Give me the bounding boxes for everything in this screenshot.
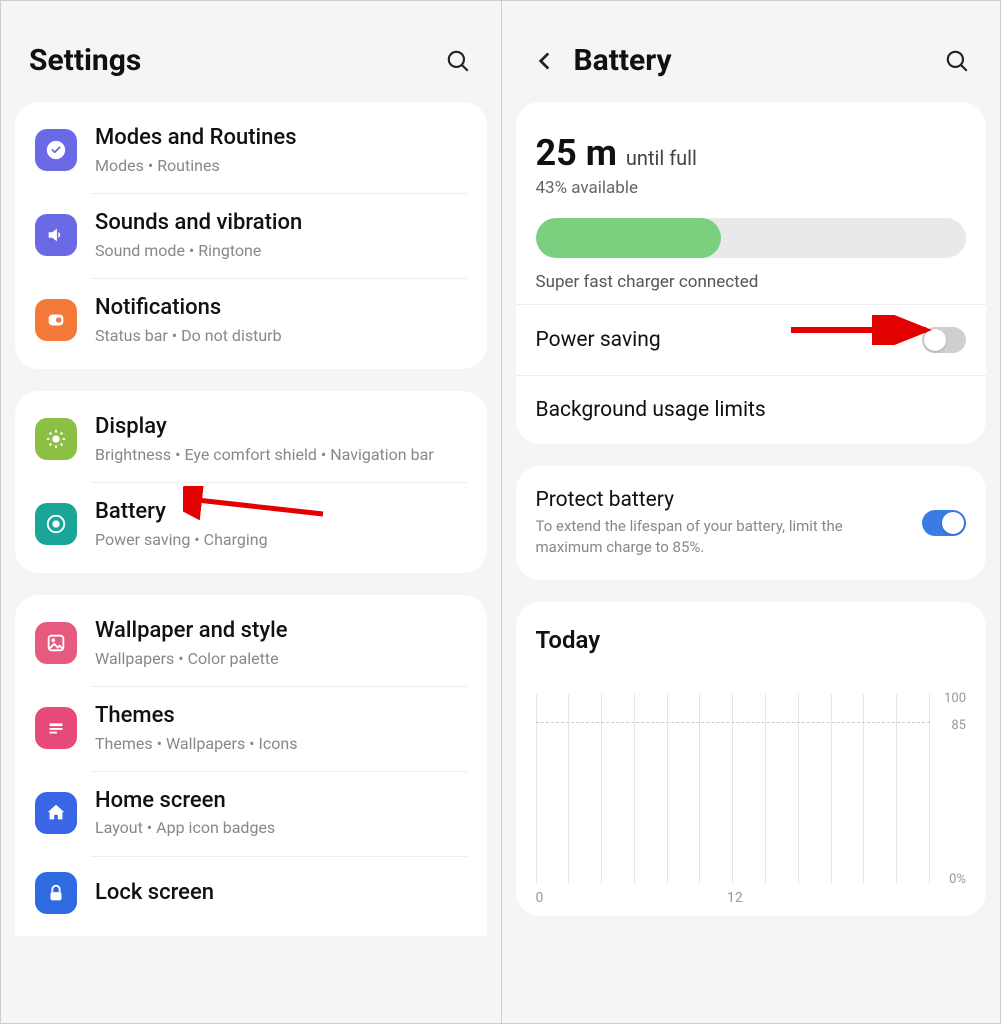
page-title: Battery bbox=[574, 43, 672, 78]
item-title: Sounds and vibration bbox=[95, 209, 302, 238]
usage-chart-card: Today 100 85 0% 0 12 . bbox=[516, 602, 987, 916]
battery-bar bbox=[536, 218, 967, 258]
item-title: Home screen bbox=[95, 787, 275, 816]
settings-header: Settings bbox=[1, 1, 501, 102]
battery-bar-fill bbox=[536, 218, 721, 258]
sun-icon bbox=[35, 418, 77, 460]
item-subtitle: Modes • Routines bbox=[95, 155, 297, 177]
item-subtitle: Layout • App icon badges bbox=[95, 817, 275, 839]
search-button[interactable] bbox=[443, 46, 473, 76]
bg-usage-limits-label: Background usage limits bbox=[536, 398, 766, 422]
y-tick: 85 bbox=[951, 718, 966, 733]
lock-icon bbox=[35, 872, 77, 914]
settings-item-battery[interactable]: Battery Power saving • Charging bbox=[15, 482, 487, 567]
check-icon bbox=[35, 129, 77, 171]
protect-battery-toggle[interactable] bbox=[922, 510, 966, 536]
settings-item-modes-routines[interactable]: Modes and Routines Modes • Routines bbox=[15, 108, 487, 193]
power-saving-label: Power saving bbox=[536, 328, 661, 352]
search-icon bbox=[944, 48, 970, 74]
chart-title: Today bbox=[536, 626, 967, 654]
time-until-full: 25 m until full bbox=[536, 132, 967, 174]
settings-item-sounds[interactable]: Sounds and vibration Sound mode • Ringto… bbox=[15, 193, 487, 278]
protect-battery-desc: To extend the lifespan of your battery, … bbox=[536, 516, 896, 558]
item-title: Modes and Routines bbox=[95, 124, 297, 153]
item-title: Themes bbox=[95, 702, 298, 731]
home-icon bbox=[35, 792, 77, 834]
power-saving-row[interactable]: Power saving bbox=[516, 304, 987, 375]
chevron-left-icon bbox=[532, 48, 558, 74]
settings-item-wallpaper[interactable]: Wallpaper and style Wallpapers • Color p… bbox=[15, 601, 487, 686]
page-title: Settings bbox=[29, 43, 141, 78]
protect-battery-row[interactable]: Protect battery To extend the lifespan o… bbox=[516, 466, 987, 580]
annotation-arrow-icon bbox=[786, 315, 936, 345]
charger-status: Super fast charger connected bbox=[536, 272, 967, 292]
item-title: Notifications bbox=[95, 294, 282, 323]
item-subtitle: Wallpapers • Color palette bbox=[95, 648, 288, 670]
x-tick: 12 bbox=[727, 890, 743, 906]
item-subtitle: Themes • Wallpapers • Icons bbox=[95, 733, 298, 755]
search-icon bbox=[445, 48, 471, 74]
chart-limit-line bbox=[536, 722, 931, 723]
y-tick: 0% bbox=[949, 872, 966, 887]
item-title: Wallpaper and style bbox=[95, 617, 288, 646]
item-title: Lock screen bbox=[95, 879, 214, 908]
settings-group: Display Brightness • Eye comfort shield … bbox=[15, 391, 487, 573]
back-button[interactable] bbox=[530, 46, 560, 76]
percent-available: 43% available bbox=[536, 178, 967, 198]
battery-icon bbox=[35, 503, 77, 545]
settings-item-lock-screen[interactable]: Lock screen bbox=[15, 856, 487, 930]
item-subtitle: Status bar • Do not disturb bbox=[95, 325, 282, 347]
settings-group: Modes and Routines Modes • Routines Soun… bbox=[15, 102, 487, 369]
item-subtitle: Power saving • Charging bbox=[95, 529, 268, 551]
item-title: Battery bbox=[95, 498, 268, 527]
image-icon bbox=[35, 622, 77, 664]
bell-icon bbox=[35, 299, 77, 341]
settings-item-home-screen[interactable]: Home screen Layout • App icon badges bbox=[15, 771, 487, 856]
bg-usage-limits-row[interactable]: Background usage limits bbox=[516, 375, 987, 444]
battery-stats-card: 25 m until full 43% available Super fast… bbox=[516, 102, 987, 444]
search-button[interactable] bbox=[942, 46, 972, 76]
item-subtitle: Brightness • Eye comfort shield • Naviga… bbox=[95, 444, 434, 466]
x-tick: 0 bbox=[536, 890, 544, 906]
protect-battery-title: Protect battery bbox=[536, 488, 896, 512]
usage-chart: 100 85 0% bbox=[536, 694, 967, 884]
settings-screen: Settings Modes and Routines Modes • Rout… bbox=[1, 1, 501, 1023]
settings-item-themes[interactable]: Themes Themes • Wallpapers • Icons bbox=[15, 686, 487, 771]
settings-item-notifications[interactable]: Notifications Status bar • Do not distur… bbox=[15, 278, 487, 363]
protect-battery-card: Protect battery To extend the lifespan o… bbox=[516, 466, 987, 580]
theme-icon bbox=[35, 707, 77, 749]
battery-header: Battery bbox=[502, 1, 1001, 102]
y-tick: 100 bbox=[944, 691, 966, 706]
item-title: Display bbox=[95, 413, 434, 442]
speaker-icon bbox=[35, 214, 77, 256]
battery-screen: Battery 25 m until full 43% available Su… bbox=[501, 1, 1001, 1023]
settings-group: Wallpaper and style Wallpapers • Color p… bbox=[15, 595, 487, 936]
power-saving-toggle[interactable] bbox=[922, 327, 966, 353]
item-subtitle: Sound mode • Ringtone bbox=[95, 240, 302, 262]
settings-item-display[interactable]: Display Brightness • Eye comfort shield … bbox=[15, 397, 487, 482]
